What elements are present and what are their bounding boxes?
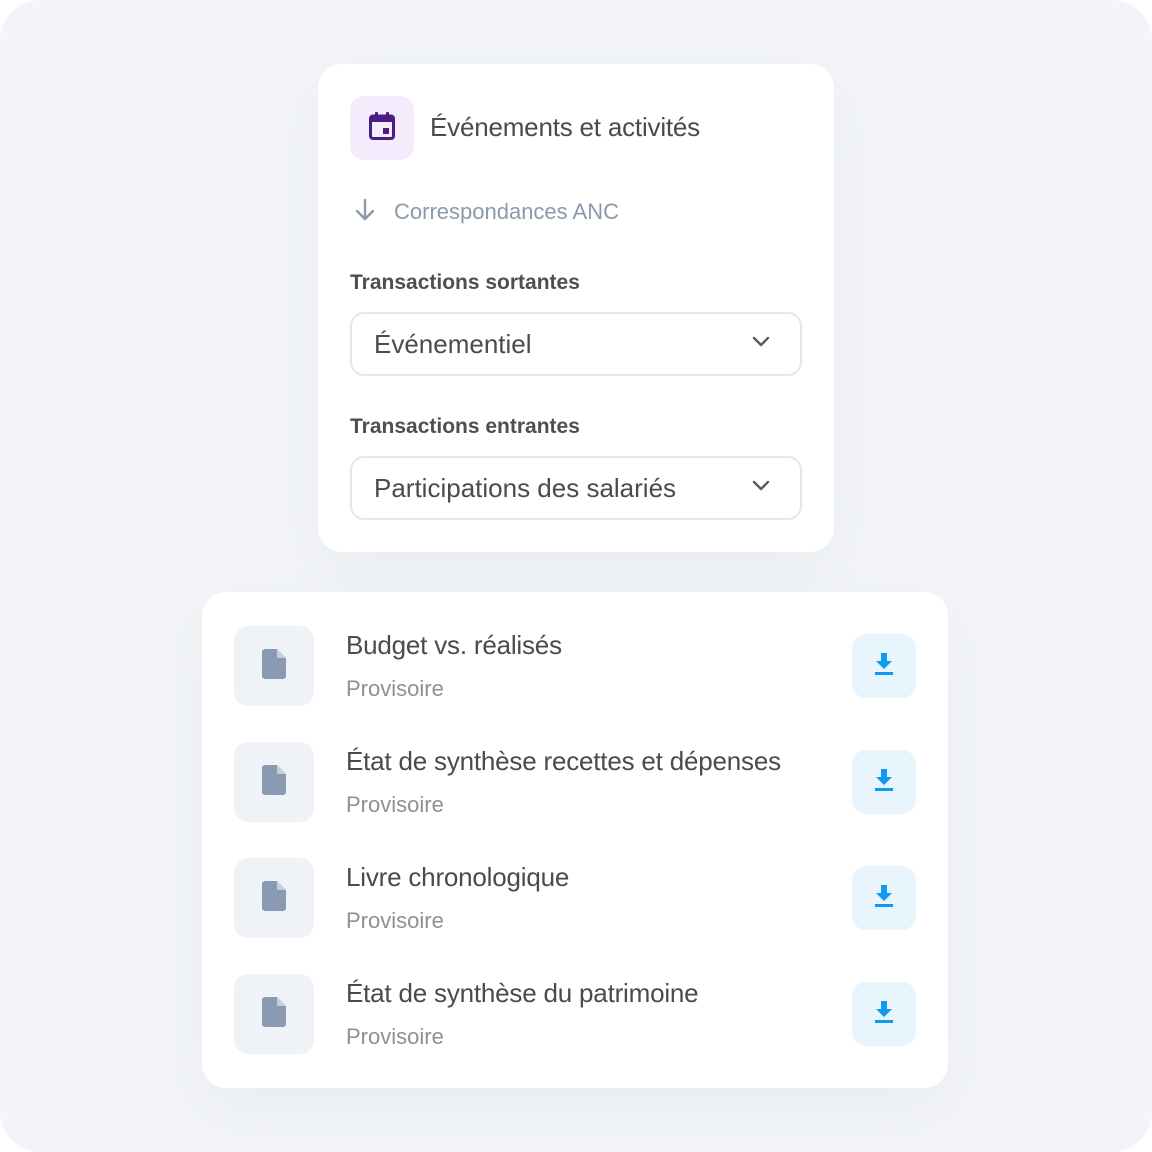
- download-icon: [874, 884, 894, 912]
- document-row: Livre chronologique Provisoire: [202, 858, 948, 938]
- download-icon: [874, 768, 894, 796]
- file-icon: [262, 996, 286, 1032]
- download-button[interactable]: [852, 750, 916, 814]
- incoming-transactions-label: Transactions entrantes: [350, 415, 580, 438]
- download-icon: [874, 652, 894, 680]
- file-icon: [262, 648, 286, 684]
- download-icon: [874, 1000, 894, 1028]
- document-status: Provisoire: [346, 676, 444, 701]
- document-status: Provisoire: [346, 908, 444, 933]
- arrow-down-icon: [354, 198, 376, 227]
- outgoing-transactions-value: Événementiel: [374, 328, 532, 359]
- document-title: Budget vs. réalisés: [346, 630, 562, 660]
- documents-card: Budget vs. réalisés Provisoire État de s…: [202, 592, 948, 1088]
- calendar-icon: [369, 111, 395, 145]
- document-title: Livre chronologique: [346, 862, 570, 892]
- document-status: Provisoire: [346, 792, 444, 817]
- document-status: Provisoire: [346, 1024, 444, 1049]
- document-icon-box: [234, 626, 314, 706]
- correspondance-link[interactable]: Correspondances ANC: [354, 198, 619, 226]
- correspondance-label: Correspondances ANC: [394, 199, 620, 224]
- document-icon-box: [234, 858, 314, 938]
- chevron-down-icon: [752, 479, 770, 497]
- download-button[interactable]: [852, 982, 916, 1046]
- background-panel: Événements et activités Correspondances …: [0, 0, 1152, 1152]
- document-icon-box: [234, 742, 314, 822]
- incoming-transactions-select[interactable]: Participations des salariés: [350, 456, 802, 520]
- download-button[interactable]: [852, 634, 916, 698]
- chevron-down-icon: [752, 335, 770, 353]
- file-icon: [262, 764, 286, 800]
- document-icon-box: [234, 974, 314, 1054]
- outgoing-transactions-select[interactable]: Événementiel: [350, 312, 802, 376]
- file-icon: [262, 880, 286, 916]
- outgoing-transactions-label: Transactions sortantes: [350, 271, 580, 294]
- document-title: État de synthèse recettes et dépenses: [346, 746, 781, 776]
- document-title: État de synthèse du patrimoine: [346, 978, 699, 1008]
- event-category-card: Événements et activités Correspondances …: [318, 64, 834, 552]
- document-row: État de synthèse recettes et dépenses Pr…: [202, 742, 948, 822]
- card-title: Événements et activités: [430, 112, 700, 142]
- incoming-transactions-value: Participations des salariés: [374, 472, 677, 503]
- download-button[interactable]: [852, 866, 916, 930]
- document-row: Budget vs. réalisés Provisoire: [202, 626, 948, 706]
- document-row: État de synthèse du patrimoine Provisoir…: [202, 974, 948, 1054]
- category-icon-box: [350, 96, 414, 160]
